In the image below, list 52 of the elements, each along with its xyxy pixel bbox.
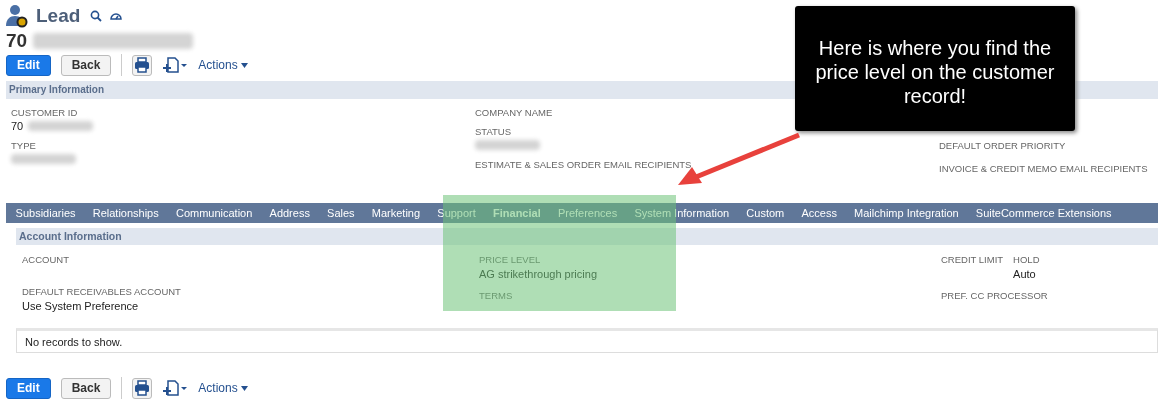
tab[interactable]: Custom (737, 206, 793, 220)
back-button[interactable]: Back (60, 54, 112, 76)
tab[interactable]: Communication (167, 206, 261, 220)
field-label: INVOICE & CREDIT MEMO EMAIL RECIPIENTS (939, 163, 1148, 174)
field-value: Use System Preference (22, 300, 140, 312)
tab[interactable]: Access (792, 206, 846, 220)
tab[interactable]: Address (260, 206, 319, 220)
caret-icon (240, 62, 248, 68)
actions-menu[interactable]: Actions (198, 381, 248, 395)
field-label: STATUS (475, 126, 513, 137)
search-icon[interactable] (90, 10, 103, 22)
field-label: TYPE (11, 140, 37, 151)
record-type-title: Lead (36, 5, 81, 27)
field-label: COMPANY NAME (475, 107, 554, 118)
field-label: ESTIMATE & SALES ORDER EMAIL RECIPIENTS (475, 159, 693, 170)
callout-box: Here is where you find the price level on the customer record! (795, 6, 1075, 131)
printer-icon (134, 380, 151, 396)
section-header: Account Information (16, 228, 1158, 245)
add-document-caret-icon (162, 56, 189, 74)
printer-icon (134, 57, 151, 73)
tab[interactable]: Sales (318, 206, 364, 220)
tab[interactable]: Subsidiaries (7, 206, 85, 220)
field-label: DEFAULT ORDER PRIORITY (939, 140, 1067, 151)
edit-button[interactable]: Edit (6, 54, 51, 76)
field-value: Auto (1013, 268, 1037, 280)
new-document-button[interactable] (162, 379, 189, 397)
edit-button[interactable]: Edit (6, 377, 51, 399)
field-label: ACCOUNT (22, 254, 69, 265)
empty-list-message: No records to show. (16, 328, 1158, 353)
field-label: HOLD (1013, 254, 1040, 265)
field-label: TERMS (479, 290, 513, 301)
field-label: CUSTOMER ID (11, 107, 79, 118)
field-label: CREDIT LIMIT (941, 254, 1004, 265)
record-number: 70 (6, 30, 28, 52)
tab[interactable]: Relationships (84, 206, 168, 220)
field-value: 70 (11, 120, 24, 132)
print-button[interactable] (132, 377, 153, 399)
print-button[interactable] (132, 54, 153, 76)
caret-icon (240, 385, 248, 391)
field-label: PREF. CC PROCESSOR (941, 290, 1048, 301)
gauge-icon[interactable] (110, 11, 123, 21)
field-label: PRICE LEVEL (479, 254, 542, 265)
new-document-button[interactable] (162, 56, 189, 74)
lead-person-icon (6, 4, 28, 28)
actions-menu[interactable]: Actions (198, 58, 248, 72)
back-button[interactable]: Back (60, 377, 112, 399)
field-label: DEFAULT RECEIVABLES ACCOUNT (22, 286, 181, 297)
tab[interactable]: Mailchimp Integration (845, 206, 968, 220)
tab[interactable]: Marketing (363, 206, 429, 220)
add-document-caret-icon (162, 379, 189, 397)
tab[interactable]: System Information (625, 206, 738, 220)
tab[interactable]: SuiteCommerce Extensions (967, 206, 1121, 220)
